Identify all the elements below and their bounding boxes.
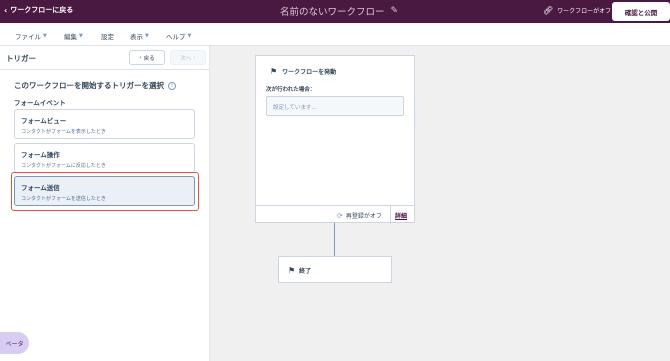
trigger-prompt-text: このワークフローを開始するトリガーを選択 xyxy=(14,81,164,90)
menu-view[interactable]: 表示 ▼ xyxy=(130,31,149,41)
workflow-title[interactable]: 名前のないワークフロー ✎ xyxy=(280,4,398,18)
trigger-card-desc: コンタクトがフォームに反応したとき xyxy=(21,163,106,169)
condition-field[interactable]: 設定しています... xyxy=(266,96,404,116)
trigger-card-title: フォームビュー xyxy=(21,117,67,125)
trigger-card-form-interaction[interactable]: フォーム操作 コンタクトがフォームに反応したとき xyxy=(14,143,195,173)
menu-file[interactable]: ファイル ▼ xyxy=(15,31,47,41)
menu-help-label: ヘルプ xyxy=(166,33,186,41)
trigger-prompt: このワークフローを開始するトリガーを選択 i xyxy=(14,80,176,91)
pencil-icon[interactable]: ✎ xyxy=(391,6,399,16)
flag-icon: ⚑ xyxy=(270,67,278,76)
chevron-down-icon: ▼ xyxy=(79,33,83,39)
chevron-down-icon: ▼ xyxy=(187,33,192,39)
beta-tab[interactable]: ベータ xyxy=(0,332,29,354)
section-label-form-events: フォームイベント xyxy=(14,99,66,107)
workflow-title-text: 名前のないワークフロー xyxy=(280,7,385,18)
link-icon: 🔗︎ xyxy=(543,6,554,15)
menu-settings-label: 設定 xyxy=(101,33,114,41)
refresh-icon: ⟳ xyxy=(337,211,343,220)
condition-label: 次が行われた場合： xyxy=(266,87,316,93)
trigger-node-heading: ⚑ ワークフローを発動 xyxy=(270,67,336,76)
review-and-publish-button[interactable]: 確認と公開 xyxy=(612,2,670,21)
next-button[interactable]: 次へ › xyxy=(170,50,206,65)
chevron-left-icon: ‹ xyxy=(139,54,142,61)
back-button[interactable]: ‹ 戻る xyxy=(129,50,165,65)
reenrollment-status[interactable]: ⟳ 再登録がオフ xyxy=(337,211,382,221)
info-icon[interactable]: i xyxy=(168,81,176,90)
menu-edit-label: 編集 xyxy=(64,33,77,41)
menu-settings[interactable]: 設定 xyxy=(101,31,114,41)
flag-icon: ⚑ xyxy=(288,266,296,275)
back-button-label: 戻る xyxy=(143,55,155,62)
back-to-workflows-link[interactable]: ‹ ワークフローに戻る xyxy=(4,5,73,15)
end-node-label-text: 終了 xyxy=(299,268,312,275)
menu-help[interactable]: ヘルプ ▼ xyxy=(166,31,191,41)
footer-divider xyxy=(390,206,391,224)
chevron-left-icon: ‹ xyxy=(4,5,8,15)
top-bar: ‹ ワークフローに戻る 名前のないワークフロー ✎ 🔗︎ ワークフローがオフ 確… xyxy=(0,0,670,23)
trigger-panel-header: トリガー ‹ 戻る 次へ › xyxy=(0,46,210,70)
trigger-node-heading-text: ワークフローを発動 xyxy=(282,69,337,76)
menu-bar: ファイル ▼ 編集 ▼ 設定 表示 ▼ ヘルプ ▼ xyxy=(0,23,670,46)
trigger-node-footer: ⟳ 再登録がオフ 詳細 xyxy=(256,205,414,224)
trigger-card-form-view[interactable]: フォームビュー コンタクトがフォームを表示したとき xyxy=(14,109,195,139)
trigger-card-title: フォーム操作 xyxy=(21,151,60,159)
details-link[interactable]: 詳細 xyxy=(395,211,407,220)
end-node[interactable]: ⚑ 終了 xyxy=(278,256,392,283)
menu-view-label: 表示 xyxy=(130,33,143,41)
trigger-node[interactable]: ⚑ ワークフローを発動 次が行われた場合： 設定しています... ⟳ 再登録がオ… xyxy=(255,55,415,224)
menu-file-label: ファイル xyxy=(15,33,41,41)
chevron-down-icon: ▼ xyxy=(43,33,47,39)
chevron-down-icon: ▼ xyxy=(145,33,149,39)
trigger-card-desc: コンタクトがフォームを表示したとき xyxy=(21,129,106,135)
back-to-workflows-label: ワークフローに戻る xyxy=(10,6,74,14)
panel-title: トリガー xyxy=(6,54,36,63)
trigger-panel: トリガー ‹ 戻る 次へ › このワークフローを開始するトリガーを選択 i フォ… xyxy=(0,46,210,361)
chevron-right-icon: › xyxy=(193,54,196,61)
selection-highlight xyxy=(11,172,199,211)
workflow-status[interactable]: 🔗︎ ワークフローがオフ xyxy=(543,6,611,15)
workflow-status-label: ワークフローがオフ xyxy=(557,8,612,15)
end-node-label: ⚑ 終了 xyxy=(288,266,311,275)
menu-edit[interactable]: 編集 ▼ xyxy=(64,31,83,41)
next-button-label: 次へ xyxy=(180,55,192,62)
node-connector-line xyxy=(334,223,335,256)
reenrollment-label: 再登録がオフ xyxy=(345,213,382,220)
